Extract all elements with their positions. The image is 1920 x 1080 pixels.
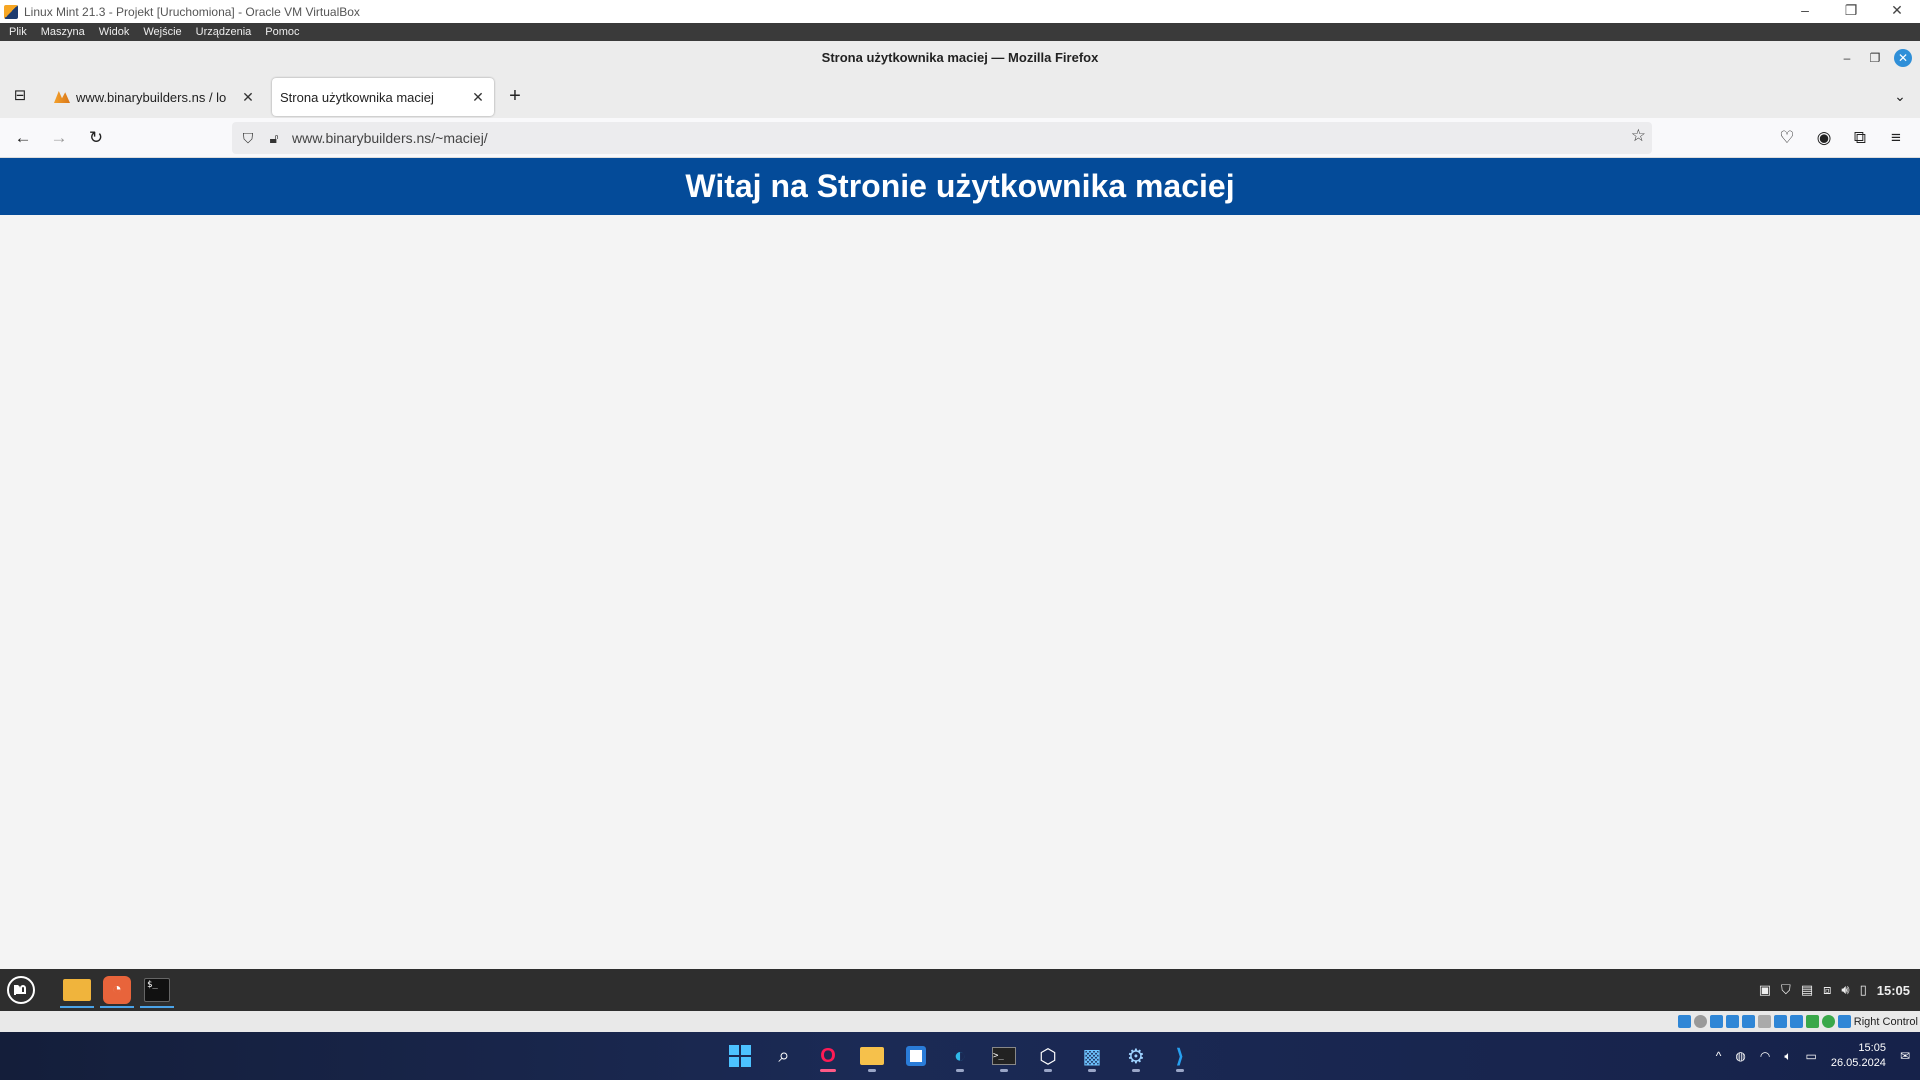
firefox-window-controls: – ❐ ✕	[1838, 49, 1912, 67]
files-app-icon[interactable]	[60, 974, 94, 1008]
windows-taskbar: ⌕ O ◐ >_ ⬡ ▩ ⚙ ⟩ ^ ◍ ◠ 🔈︎ ▭ 15:05 26.05.…	[0, 1032, 1920, 1080]
usb-status-icon[interactable]	[1741, 1015, 1755, 1028]
search-icon[interactable]: ⌕	[766, 1040, 802, 1072]
url-text[interactable]: www.binarybuilders.ns/~maciej/	[292, 130, 488, 146]
virtualbox-titlebar: Linux Mint 21.3 - Projekt [Uruchomiona] …	[0, 0, 1920, 23]
keyboard-status-icon[interactable]	[1837, 1015, 1851, 1028]
clipboard-icon[interactable]: ▣	[1759, 982, 1771, 998]
extensions-puzzle-icon[interactable]: ⧉	[1848, 126, 1872, 150]
windows-system-tray: ^ ◍ ◠ 🔈︎ ▭ 15:05 26.05.2024 ✉	[1716, 1032, 1910, 1080]
pocket-icon[interactable]: ♡	[1775, 126, 1799, 150]
shield-icon[interactable]: ⛉	[1781, 982, 1791, 998]
virtualbox-window-controls: – ❐ ✕	[1782, 0, 1920, 23]
back-arrow-icon[interactable]: ←	[11, 126, 35, 150]
virtualbox-taskbar-icon[interactable]: ⬡	[1030, 1040, 1066, 1072]
remote-desktop-icon[interactable]: ▩	[1074, 1040, 1110, 1072]
firefox-minimize-button[interactable]: –	[1838, 49, 1856, 67]
display-status-icon[interactable]	[1773, 1015, 1787, 1028]
recording-status-icon[interactable]	[1789, 1015, 1803, 1028]
firefox-maximize-button[interactable]: ❐	[1866, 49, 1884, 67]
tab-binarybuilders[interactable]: www.binarybuilders.ns / lo ✕	[46, 78, 264, 116]
reload-icon[interactable]: ↻	[84, 126, 108, 150]
menu-urzadzenia[interactable]: Urządzenia	[196, 26, 252, 38]
notifications-icon[interactable]: ✉	[1900, 1049, 1910, 1063]
navigation-toolbar: ← → ↻ ⛉ 🔓︎ www.binarybuilders.ns/~maciej…	[0, 118, 1920, 158]
shared-folders-icon[interactable]	[1757, 1015, 1771, 1028]
windows-time: 15:05	[1858, 1042, 1886, 1054]
virtualbox-logo-icon	[4, 4, 18, 19]
page-header: Witaj na Stronie użytkownika maciej	[0, 158, 1920, 215]
windows-clock[interactable]: 15:05 26.05.2024	[1831, 1041, 1886, 1071]
menu-wejscie[interactable]: Wejście	[143, 26, 181, 38]
menu-plik[interactable]: Plik	[9, 26, 27, 38]
hamburger-menu-icon[interactable]: ≡	[1884, 126, 1908, 150]
windows-terminal-icon[interactable]: >_	[986, 1040, 1022, 1072]
hdd-status-icon[interactable]	[1677, 1015, 1691, 1028]
firefox-close-button[interactable]: ✕	[1894, 49, 1912, 67]
host-key-label: Right Control	[1853, 1015, 1918, 1028]
tab-label: Strona użytkownika maciej	[280, 89, 434, 105]
menu-pomoc[interactable]: Pomoc	[265, 26, 299, 38]
tab-strip: ⊟ www.binarybuilders.ns / lo ✕ Strona uż…	[0, 74, 1920, 118]
file-explorer-icon[interactable]	[854, 1040, 890, 1072]
phpmyadmin-favicon-icon	[54, 91, 70, 103]
list-all-tabs-chevron-icon[interactable]: ⌄	[1888, 84, 1912, 108]
firefox-window-title: Strona użytkownika maciej — Mozilla Fire…	[821, 50, 1099, 65]
network-tool-icon[interactable]: ⚙	[1118, 1040, 1154, 1072]
virtualbox-title: Linux Mint 21.3 - Projekt [Uruchomiona] …	[24, 4, 360, 19]
tab-close-icon[interactable]: ✕	[240, 89, 256, 106]
tab-close-icon[interactable]: ✕	[470, 89, 486, 106]
show-hidden-icons-chevron-icon[interactable]: ^	[1716, 1049, 1722, 1063]
windows-date: 26.05.2024	[1830, 1057, 1886, 1069]
tab-strona-uzytkownika[interactable]: Strona użytkownika maciej ✕	[272, 78, 494, 116]
menu-maszyna[interactable]: Maszyna	[41, 26, 85, 38]
virtualbox-menubar: Plik Maszyna Widok Wejście Urządzenia Po…	[0, 23, 1920, 41]
vscode-icon[interactable]: ⟩	[1162, 1040, 1198, 1072]
microsoft-store-icon[interactable]	[898, 1040, 934, 1072]
edge-browser-icon[interactable]: ◐	[942, 1040, 978, 1072]
optical-status-icon[interactable]	[1693, 1015, 1707, 1028]
bookmark-star-icon[interactable]: ☆	[1631, 126, 1646, 146]
notes-icon[interactable]: ▤	[1801, 982, 1813, 998]
firefox-titlebar: Strona użytkownika maciej — Mozilla Fire…	[0, 41, 1920, 74]
windows-start-icon[interactable]	[722, 1040, 758, 1072]
terminal-app-icon[interactable]: $_	[140, 974, 174, 1008]
insecure-lock-icon[interactable]: 🔓︎	[264, 130, 284, 147]
volume-icon[interactable]: 🔊︎	[1841, 982, 1849, 998]
audio-status-icon[interactable]	[1709, 1015, 1723, 1028]
firefox-view-icon[interactable]: ⊟	[8, 84, 32, 108]
page-heading: Witaj na Stronie użytkownika maciej	[685, 168, 1235, 204]
forward-arrow-icon[interactable]: →	[47, 126, 71, 150]
close-button[interactable]: ✕	[1874, 0, 1920, 23]
cpu-status-icon[interactable]	[1805, 1015, 1819, 1028]
wifi-icon[interactable]: ◠	[1760, 1049, 1770, 1063]
url-bar[interactable]: ⛉ 🔓︎ www.binarybuilders.ns/~maciej/ ☆	[232, 122, 1652, 154]
speaker-icon[interactable]: 🔈︎	[1784, 1049, 1791, 1064]
tab-label: www.binarybuilders.ns / lo	[76, 89, 227, 105]
network-icon[interactable]: ⧈	[1823, 982, 1831, 998]
mint-menu-icon[interactable]	[4, 974, 38, 1006]
network-status-icon[interactable]	[1725, 1015, 1739, 1028]
mint-clock[interactable]: 15:05	[1877, 983, 1910, 998]
minimize-button[interactable]: –	[1782, 0, 1828, 23]
battery-icon[interactable]: ▭	[1806, 1049, 1817, 1063]
account-icon[interactable]: ◉	[1812, 126, 1836, 150]
tracking-protection-shield-icon[interactable]: ⛉	[238, 130, 258, 147]
virtualbox-statusbar: Right Control	[0, 1011, 1920, 1032]
discord-icon[interactable]: ◍	[1735, 1049, 1745, 1063]
new-tab-button[interactable]: +	[503, 84, 527, 108]
page-body	[0, 215, 1920, 969]
restore-button[interactable]: ❐	[1828, 0, 1874, 23]
opera-browser-icon[interactable]: O	[810, 1040, 846, 1072]
mint-panel: ◔ $_ ▣ ⛉ ▤ ⧈ 🔊︎ ▯ 15:05	[0, 969, 1920, 1011]
mouse-integration-icon[interactable]	[1821, 1015, 1835, 1028]
firefox-app-icon[interactable]: ◔	[100, 974, 134, 1008]
menu-widok[interactable]: Widok	[99, 26, 130, 38]
power-icon[interactable]: ▯	[1860, 982, 1867, 998]
mint-system-tray: ▣ ⛉ ▤ ⧈ 🔊︎ ▯ 15:05	[1759, 969, 1920, 1011]
